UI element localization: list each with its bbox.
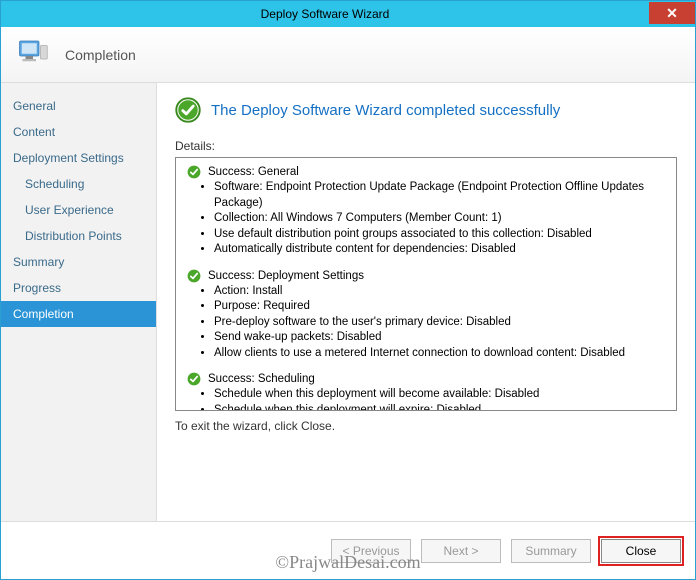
section-title: Success: Scheduling <box>208 373 315 385</box>
section-heading: Success: General <box>186 164 666 180</box>
sidebar-item-progress[interactable]: Progress <box>1 275 156 301</box>
status-heading-row: The Deploy Software Wizard completed suc… <box>175 97 677 123</box>
list-item: Purpose: Required <box>214 299 666 315</box>
section-heading: Success: Deployment Settings <box>186 268 666 284</box>
list-item: Schedule when this deployment will expir… <box>214 403 666 411</box>
wizard-body: GeneralContentDeployment SettingsSchedul… <box>1 83 695 521</box>
close-icon: ✕ <box>666 6 678 20</box>
list-item: Software: Endpoint Protection Update Pac… <box>214 180 666 211</box>
sidebar-item-distribution-points[interactable]: Distribution Points <box>1 223 156 249</box>
wizard-header: Completion <box>1 27 695 83</box>
section-title: Success: Deployment Settings <box>208 270 364 282</box>
list-item: Allow clients to use a metered Internet … <box>214 346 666 362</box>
details-section: Success: General Software: Endpoint Prote… <box>186 164 666 258</box>
close-button[interactable]: Close <box>601 539 681 563</box>
sidebar-item-content[interactable]: Content <box>1 119 156 145</box>
section-list: Schedule when this deployment will becom… <box>214 387 666 411</box>
sidebar-nav: GeneralContentDeployment SettingsSchedul… <box>1 83 157 521</box>
completion-heading: The Deploy Software Wizard completed suc… <box>211 102 560 119</box>
section-heading: Success: Scheduling <box>186 371 666 387</box>
list-item: Collection: All Windows 7 Computers (Mem… <box>214 211 666 227</box>
details-box[interactable]: Success: General Software: Endpoint Prote… <box>175 157 677 411</box>
sidebar-item-user-experience[interactable]: User Experience <box>1 197 156 223</box>
sidebar-item-summary[interactable]: Summary <box>1 249 156 275</box>
wizard-window: Deploy Software Wizard ✕ Completion Gene… <box>0 0 696 580</box>
list-item: Use default distribution point groups as… <box>214 227 666 243</box>
sidebar-item-general[interactable]: General <box>1 93 156 119</box>
next-button: Next > <box>421 539 501 563</box>
summary-button: Summary <box>511 539 591 563</box>
exit-hint: To exit the wizard, click Close. <box>175 419 677 433</box>
sidebar-item-completion[interactable]: Completion <box>1 301 156 327</box>
sidebar-item-scheduling[interactable]: Scheduling <box>1 171 156 197</box>
success-icon <box>175 97 201 123</box>
details-section: Success: Deployment Settings Action: Inst… <box>186 268 666 362</box>
content-pane: The Deploy Software Wizard completed suc… <box>157 83 695 521</box>
section-list: Software: Endpoint Protection Update Pac… <box>214 180 666 258</box>
list-item: Send wake-up packets: Disabled <box>214 330 666 346</box>
titlebar: Deploy Software Wizard ✕ <box>1 1 695 27</box>
close-window-button[interactable]: ✕ <box>649 2 695 24</box>
list-item: Pre-deploy software to the user's primar… <box>214 315 666 331</box>
list-item: Schedule when this deployment will becom… <box>214 387 666 403</box>
section-title: Success: General <box>208 166 299 178</box>
wizard-footer: < Previous Next > Summary Close ©Prajwal… <box>1 521 695 579</box>
details-section: Success: Scheduling Schedule when this de… <box>186 371 666 411</box>
list-item: Automatically distribute content for dep… <box>214 242 666 258</box>
sidebar-item-deployment-settings[interactable]: Deployment Settings <box>1 145 156 171</box>
list-item: Action: Install <box>214 284 666 300</box>
computer-icon <box>15 35 51 74</box>
page-title: Completion <box>65 47 136 63</box>
section-list: Action: InstallPurpose: RequiredPre-depl… <box>214 284 666 362</box>
previous-button: < Previous <box>331 539 411 563</box>
details-label: Details: <box>175 139 677 153</box>
window-title: Deploy Software Wizard <box>1 7 649 21</box>
